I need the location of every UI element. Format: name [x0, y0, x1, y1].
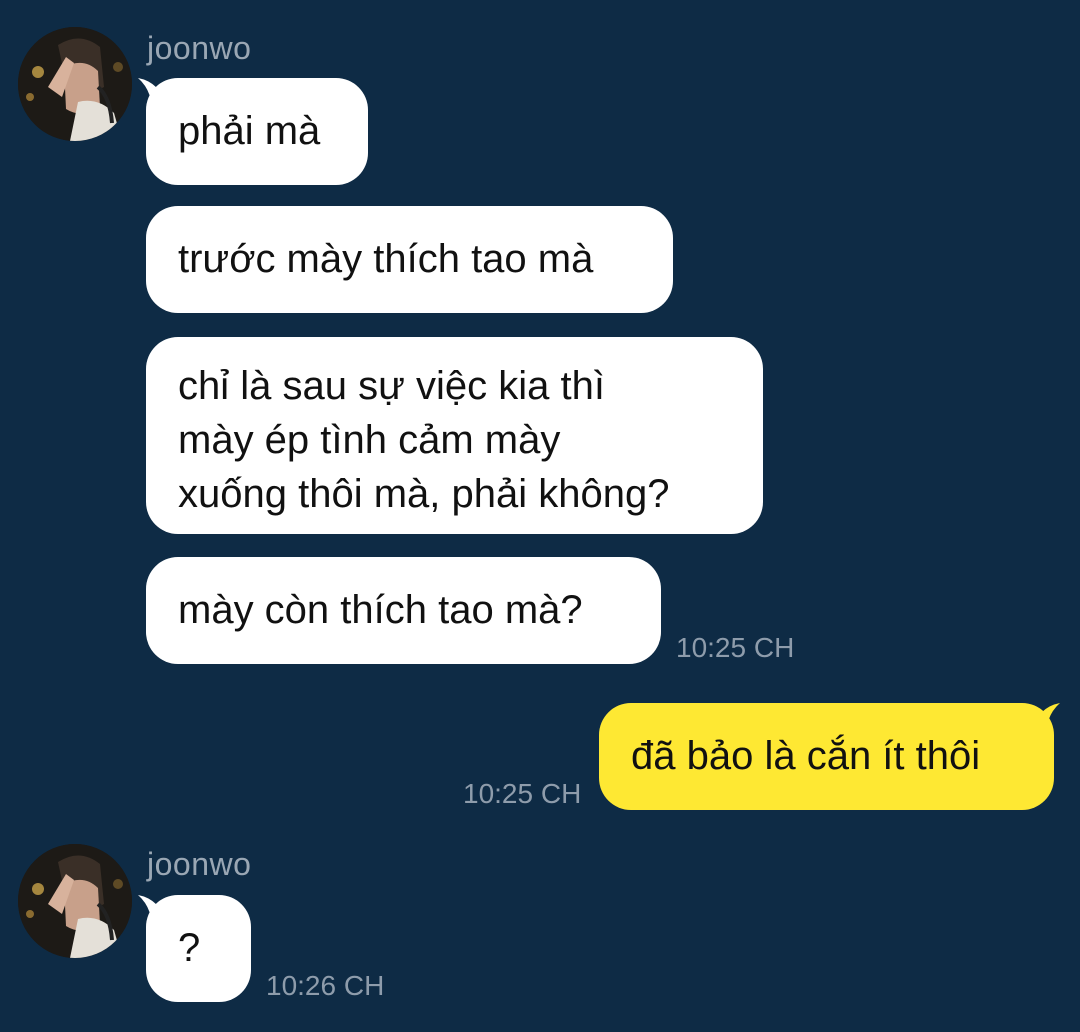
message-bubble[interactable]: đã bảo là cắn ít thôi [599, 703, 1054, 810]
message-timestamp: 10:25 CH [676, 632, 795, 663]
sender-name: joonwo [147, 846, 252, 882]
message-line: chỉ là sau sự việc kia thì [178, 364, 605, 408]
message-bubble[interactable]: mày còn thích tao mà? [146, 557, 661, 664]
message-text: mày còn thích tao mà? [178, 588, 583, 632]
message-line: mày ép tình cảm mày [178, 418, 561, 462]
message-text: trước mày thích tao mà [178, 237, 594, 281]
message-timestamp: 10:25 CH [463, 778, 582, 809]
message-text: phải mà [178, 109, 321, 153]
message-bubble[interactable]: phải mà [146, 78, 368, 185]
avatar[interactable] [18, 27, 132, 141]
message-bubble[interactable]: trước mày thích tao mà [146, 206, 673, 313]
sender-name: joonwo [147, 30, 252, 66]
message-line: xuống thôi mà, phải không? [178, 472, 670, 516]
message-bubble[interactable]: chỉ là sau sự việc kia thì mày ép tình c… [146, 337, 763, 534]
avatar[interactable] [18, 844, 132, 958]
message-text: ? [178, 926, 201, 970]
message-timestamp: 10:26 CH [266, 970, 385, 1001]
message-bubble[interactable]: ? [146, 895, 251, 1002]
message-text: đã bảo là cắn ít thôi [631, 734, 981, 778]
